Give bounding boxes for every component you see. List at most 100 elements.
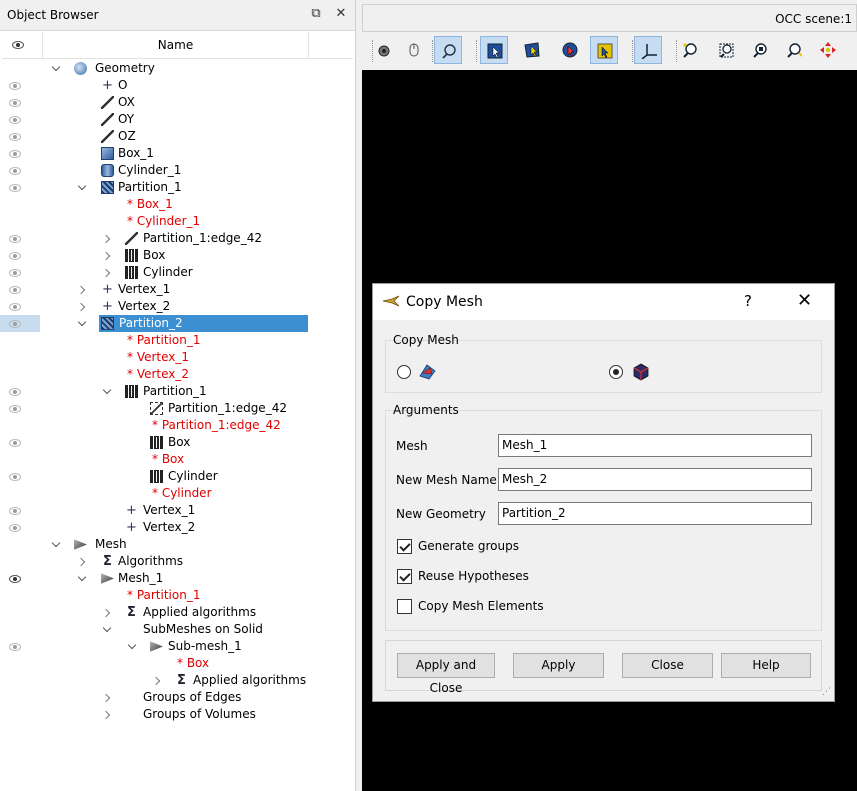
tree-item[interactable]: Partition_1: [0, 179, 355, 196]
tree-item[interactable]: Partition_1:edge_42: [0, 400, 355, 417]
chevron-right-icon[interactable]: [102, 247, 112, 264]
tree-item[interactable]: Σ Algorithms: [0, 553, 355, 570]
tree-item[interactable]: * Vertex_2: [0, 366, 355, 383]
copy-mesh-elements-checkbox[interactable]: [397, 599, 412, 614]
chevron-right-icon[interactable]: [102, 706, 112, 723]
tree-item[interactable]: OY: [0, 111, 355, 128]
new-mesh-name-input[interactable]: Mesh_2: [498, 468, 812, 491]
help-button[interactable]: Help: [721, 653, 811, 678]
mesh-input[interactable]: Mesh_1: [498, 434, 812, 457]
select-rectangle-button[interactable]: [480, 36, 508, 64]
close-button[interactable]: Close: [622, 653, 713, 678]
tree-item[interactable]: Cylinder: [0, 468, 355, 485]
apply-and-close-button[interactable]: Apply and Close: [397, 653, 495, 695]
tree-item[interactable]: * Partition_1: [0, 587, 355, 604]
tree-item[interactable]: Cylinder: [0, 264, 355, 281]
tree-item[interactable]: Σ Applied algorithms: [0, 604, 355, 621]
eye-icon[interactable]: [8, 234, 22, 244]
eye-icon[interactable]: [8, 319, 22, 329]
tree-item[interactable]: * Box: [0, 655, 355, 672]
eye-icon[interactable]: [8, 98, 22, 108]
eye-icon[interactable]: [8, 387, 22, 397]
copy-whole-mesh-radio[interactable]: [397, 365, 411, 379]
tree-item[interactable]: + Vertex_1: [0, 281, 355, 298]
fit-selection-button[interactable]: [746, 36, 774, 64]
tree-item[interactable]: Partition_1:edge_42: [0, 230, 355, 247]
mouse-interaction-button[interactable]: [400, 36, 428, 64]
eye-icon[interactable]: [8, 251, 22, 261]
apply-button[interactable]: Apply: [513, 653, 604, 678]
eye-icon[interactable]: [8, 472, 22, 482]
tree-item[interactable]: * Cylinder: [0, 485, 355, 502]
select-polygon-button[interactable]: [518, 36, 546, 64]
tree-item[interactable]: * Cylinder_1: [0, 213, 355, 230]
copy-by-object-radio[interactable]: [609, 365, 623, 379]
chevron-right-icon[interactable]: [102, 604, 112, 621]
eye-icon[interactable]: [8, 438, 22, 448]
generate-groups-checkbox[interactable]: [397, 539, 412, 554]
tree-item[interactable]: OX: [0, 94, 355, 111]
chevron-down-icon[interactable]: [77, 315, 87, 332]
tree-item[interactable]: * Vertex_1: [0, 349, 355, 366]
name-column-header[interactable]: Name: [43, 32, 309, 58]
chevron-right-icon[interactable]: [77, 553, 87, 570]
close-panel-icon[interactable]: ✕: [333, 6, 349, 22]
tree-item[interactable]: Sub-mesh_1: [0, 638, 355, 655]
pan-button[interactable]: [814, 36, 842, 64]
chevron-down-icon[interactable]: [51, 536, 61, 553]
select-highlight-button[interactable]: [590, 36, 618, 64]
eye-icon[interactable]: [8, 81, 22, 91]
fit-area-button[interactable]: [712, 36, 740, 64]
tree-item[interactable]: OZ: [0, 128, 355, 145]
chevron-right-icon[interactable]: [102, 230, 112, 247]
select-circle-button[interactable]: [556, 36, 584, 64]
tree-item[interactable]: Groups of Volumes: [0, 706, 355, 723]
eye-icon[interactable]: [8, 183, 22, 193]
chevron-right-icon[interactable]: [77, 298, 87, 315]
tree-item[interactable]: Box_1: [0, 145, 355, 162]
eye-icon[interactable]: [8, 302, 22, 312]
reuse-hypotheses-checkbox[interactable]: [397, 569, 412, 584]
tree-item[interactable]: + Vertex_1: [0, 502, 355, 519]
tree-item[interactable]: + O: [0, 77, 355, 94]
chevron-right-icon[interactable]: [77, 281, 87, 298]
tree-item[interactable]: Cylinder_1: [0, 162, 355, 179]
tree-item[interactable]: Partition_1: [0, 383, 355, 400]
tree-item[interactable]: Mesh: [0, 536, 355, 553]
eye-icon[interactable]: [8, 132, 22, 142]
tree-item[interactable]: * Box_1: [0, 196, 355, 213]
tree-item[interactable]: Groups of Edges: [0, 689, 355, 706]
eye-icon[interactable]: [8, 404, 22, 414]
chevron-right-icon[interactable]: [102, 689, 112, 706]
dialog-close-button[interactable]: ✕: [797, 290, 812, 311]
chevron-right-icon[interactable]: [152, 672, 162, 689]
rotation-point-button[interactable]: [434, 36, 462, 64]
eye-icon[interactable]: [8, 285, 22, 295]
tree-item[interactable]: Box: [0, 434, 355, 451]
chevron-down-icon[interactable]: [77, 179, 87, 196]
eye-icon[interactable]: [8, 574, 22, 584]
eye-icon[interactable]: [8, 523, 22, 533]
eye-icon[interactable]: [8, 506, 22, 516]
tree-item[interactable]: Σ Applied algorithms: [0, 672, 355, 689]
tree-item[interactable]: + Vertex_2: [0, 519, 355, 536]
tree-item[interactable]: Mesh_1: [0, 570, 355, 587]
chevron-right-icon[interactable]: [102, 264, 112, 281]
eye-icon[interactable]: [8, 149, 22, 159]
chevron-down-icon[interactable]: [102, 621, 112, 638]
eye-icon[interactable]: [8, 166, 22, 176]
tree-item[interactable]: Partition_2: [0, 315, 355, 332]
zoom-button[interactable]: [780, 36, 808, 64]
chevron-down-icon[interactable]: [51, 60, 61, 77]
eye-icon[interactable]: [8, 268, 22, 278]
tree-item[interactable]: * Box: [0, 451, 355, 468]
tree-item[interactable]: Box: [0, 247, 355, 264]
tree-item[interactable]: * Partition_1:edge_42: [0, 417, 355, 434]
float-panel-icon[interactable]: ⧉: [308, 6, 324, 22]
tree-item[interactable]: * Partition_1: [0, 332, 355, 349]
tree-item[interactable]: Geometry: [0, 60, 355, 77]
eye-icon[interactable]: [8, 642, 22, 652]
eye-icon[interactable]: [8, 115, 22, 125]
show-trihedron-button[interactable]: [634, 36, 662, 64]
chevron-down-icon[interactable]: [77, 570, 87, 587]
